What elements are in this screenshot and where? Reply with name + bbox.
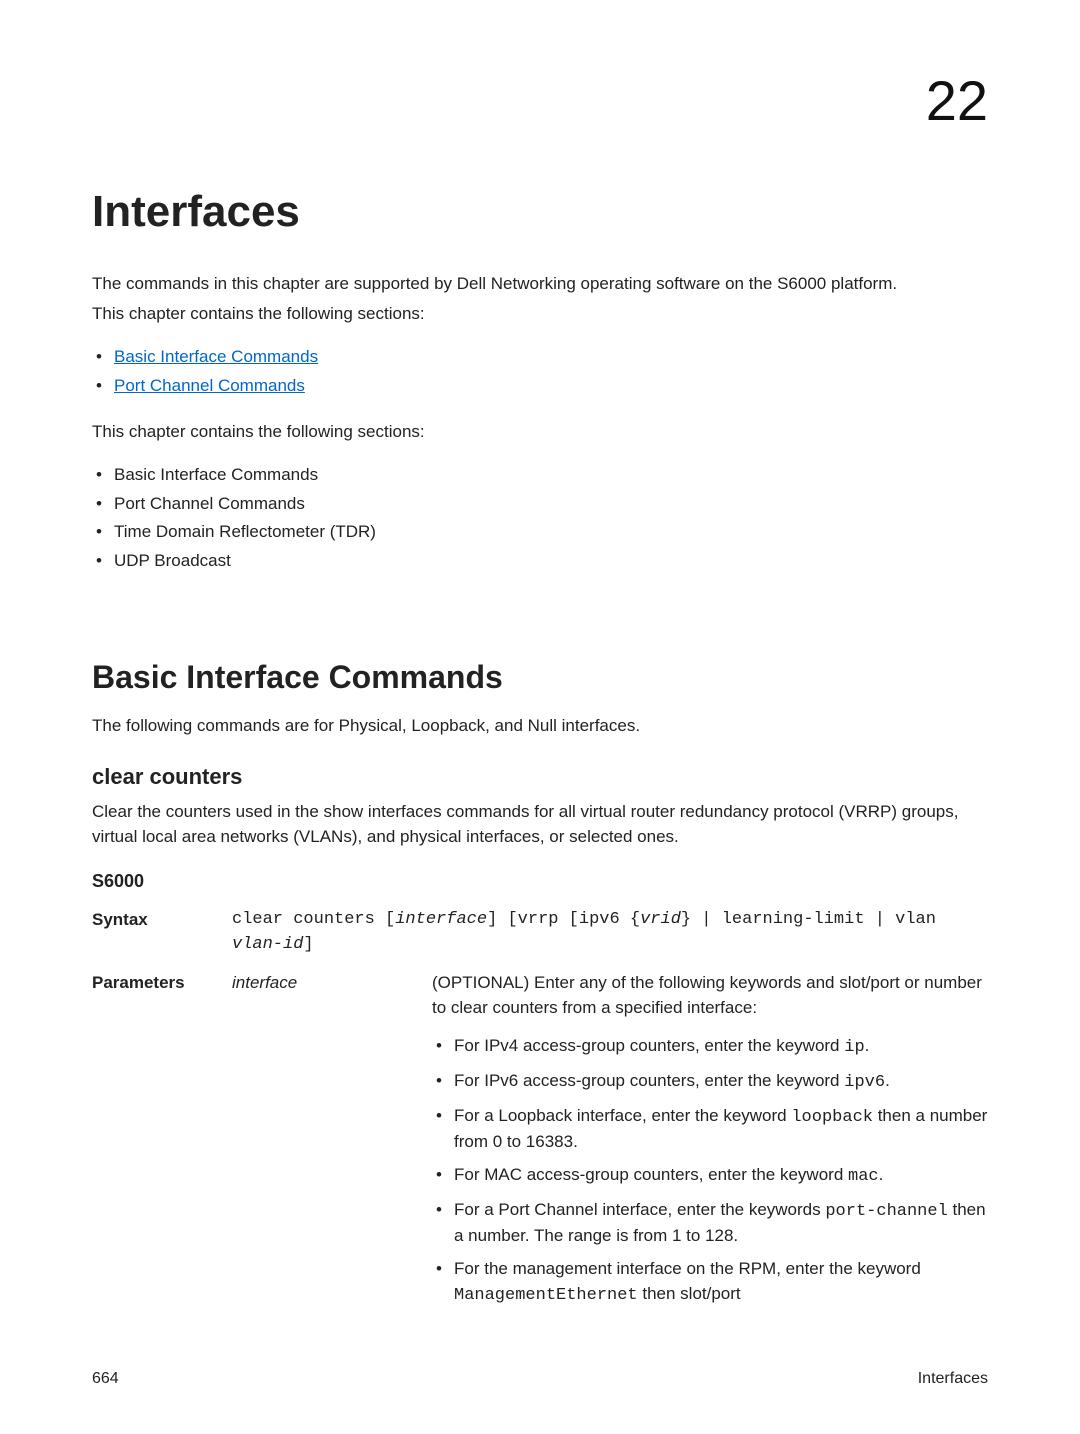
option-text: For a Loopback interface, enter the keyw… <box>454 1106 791 1125</box>
intro-paragraph-2: This chapter contains the following sect… <box>92 302 988 327</box>
section-list: Basic Interface Commands Port Channel Co… <box>92 463 988 574</box>
option-keyword: loopback <box>791 1108 873 1127</box>
list-item: For a Loopback interface, enter the keyw… <box>432 1104 988 1155</box>
parameters-row: Parameters interface (OPTIONAL) Enter an… <box>92 971 988 1316</box>
page-footer: 664 Interfaces <box>92 1367 988 1390</box>
syntax-text: ] [vrrp [ipv6 { <box>487 910 640 929</box>
page-title: Interfaces <box>92 180 988 244</box>
list-item: Basic Interface Commands <box>92 345 988 370</box>
footer-section-name: Interfaces <box>918 1367 988 1390</box>
list-item: Time Domain Reflectometer (TDR) <box>92 520 988 545</box>
parameter-description: (OPTIONAL) Enter any of the following ke… <box>432 971 988 1316</box>
parameter-description-text: (OPTIONAL) Enter any of the following ke… <box>432 971 988 1020</box>
parameters-label: Parameters <box>92 971 232 1316</box>
syntax-italic: vrid <box>640 910 681 929</box>
syntax-text: clear counters [ <box>232 910 395 929</box>
option-keyword: mac <box>848 1167 879 1186</box>
option-text: For IPv4 access-group counters, enter th… <box>454 1036 844 1055</box>
page-number: 664 <box>92 1367 119 1390</box>
parameter-name: interface <box>232 971 432 1316</box>
option-keyword: port-channel <box>825 1202 947 1221</box>
option-keyword: ipv6 <box>844 1073 885 1092</box>
option-keyword: ManagementEthernet <box>454 1286 638 1305</box>
section-description: The following commands are for Physical,… <box>92 714 988 739</box>
command-description: Clear the counters used in the show inte… <box>92 800 988 849</box>
command-heading: clear counters <box>92 761 988 793</box>
syntax-italic: vlan-id <box>232 935 303 954</box>
list-item: Basic Interface Commands <box>92 463 988 488</box>
option-text: . <box>879 1165 884 1184</box>
option-text: For IPv6 access-group counters, enter th… <box>454 1071 844 1090</box>
list-item: For IPv4 access-group counters, enter th… <box>432 1034 988 1061</box>
intro-paragraph-3: This chapter contains the following sect… <box>92 420 988 445</box>
section-heading: Basic Interface Commands <box>92 654 988 700</box>
intro-paragraph-1: The commands in this chapter are support… <box>92 272 988 297</box>
syntax-italic: interface <box>395 910 487 929</box>
list-item: For the management interface on the RPM,… <box>432 1257 988 1308</box>
list-item: For MAC access-group counters, enter the… <box>432 1163 988 1190</box>
syntax-label: Syntax <box>92 908 232 957</box>
link-list: Basic Interface Commands Port Channel Co… <box>92 345 988 398</box>
parameters-value: interface (OPTIONAL) Enter any of the fo… <box>232 971 988 1316</box>
syntax-row: Syntax clear counters [interface] [vrrp … <box>92 908 988 957</box>
syntax-text: ] <box>303 935 313 954</box>
option-text: . <box>885 1071 890 1090</box>
platform-heading: S6000 <box>92 868 988 894</box>
list-item: For a Port Channel interface, enter the … <box>432 1198 988 1249</box>
chapter-number: 22 <box>926 60 988 141</box>
link-basic-interface-commands[interactable]: Basic Interface Commands <box>114 347 318 366</box>
syntax-text: } | learning-limit | vlan <box>681 910 936 929</box>
option-text: For a Port Channel interface, enter the … <box>454 1200 825 1219</box>
option-text: For MAC access-group counters, enter the… <box>454 1165 848 1184</box>
list-item: For IPv6 access-group counters, enter th… <box>432 1069 988 1096</box>
list-item: Port Channel Commands <box>92 492 988 517</box>
parameter-options-list: For IPv4 access-group counters, enter th… <box>432 1034 988 1308</box>
list-item: UDP Broadcast <box>92 549 988 574</box>
list-item: Port Channel Commands <box>92 374 988 399</box>
link-port-channel-commands[interactable]: Port Channel Commands <box>114 376 305 395</box>
option-keyword: ip <box>844 1038 864 1057</box>
option-text: . <box>865 1036 870 1055</box>
option-text: For the management interface on the RPM,… <box>454 1259 921 1278</box>
option-text: then slot/port <box>638 1284 741 1303</box>
syntax-value: clear counters [interface] [vrrp [ipv6 {… <box>232 908 988 957</box>
